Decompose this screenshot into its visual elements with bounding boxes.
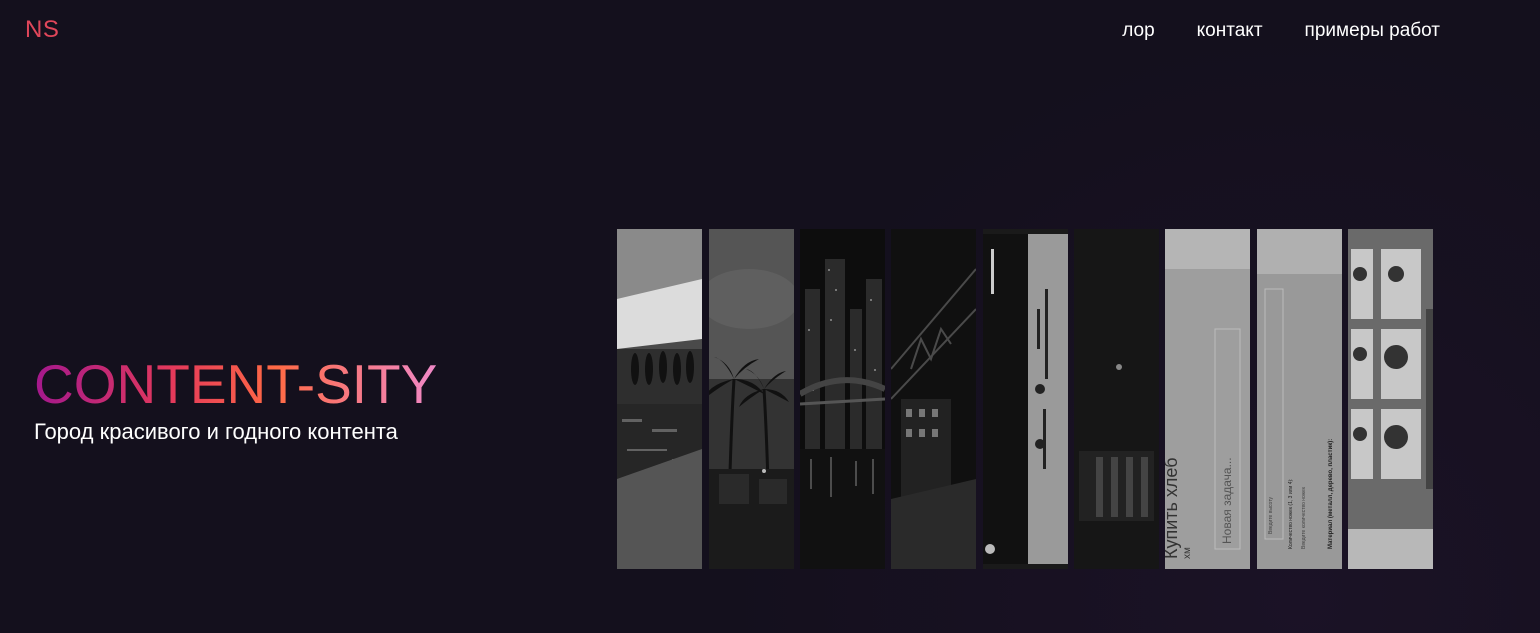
gallery-strip-dark-app[interactable] [1074,229,1159,569]
gallery-strip-street[interactable] [891,229,976,569]
gallery-strip-palms[interactable] [709,229,794,569]
image-gallery: Купить хлеб хм Новая задача... Введите в… [617,229,1433,569]
gallery-strip-cards-app[interactable] [1348,229,1433,569]
gallery-strip-pool[interactable] [617,229,702,569]
form-label-material: Материал (металл, дерево, пластик): [1328,439,1334,549]
main-nav: лор контакт примеры работ [1122,20,1440,42]
form-hint-legs: Введите количество ножек [1301,486,1307,549]
todo-item: хм [1182,547,1193,559]
hero-subtitle: Город красивого и годного контента [34,419,398,444]
logo[interactable]: NS [25,16,59,44]
gallery-strip-bridge[interactable] [800,229,885,569]
nav-link-portfolio[interactable]: примеры работ [1305,20,1440,42]
todo-placeholder: Новая задача... [1220,457,1234,544]
nav-link-contact[interactable]: контакт [1197,20,1263,42]
page: NS лор контакт примеры работ CONTENT-SIT… [0,0,1540,633]
form-label-legs: Количество ножек (1, 3 или 4): [1288,478,1294,549]
nav-link-lore[interactable]: лор [1122,20,1154,42]
form-hint-height: Введите высоту [1268,496,1274,534]
hero-title: CONTENT-SITY [34,353,438,415]
gallery-strip-form-app[interactable]: Введите высоту Количество ножек (1, 3 ил… [1257,229,1342,569]
gallery-strip-todo-app[interactable]: Купить хлеб хм Новая задача... [1165,229,1250,569]
hero: CONTENT-SITY Город красивого и годного к… [34,352,437,445]
todo-title: Купить хлеб [1165,457,1181,559]
gallery-strip-weather-app[interactable] [983,229,1068,569]
